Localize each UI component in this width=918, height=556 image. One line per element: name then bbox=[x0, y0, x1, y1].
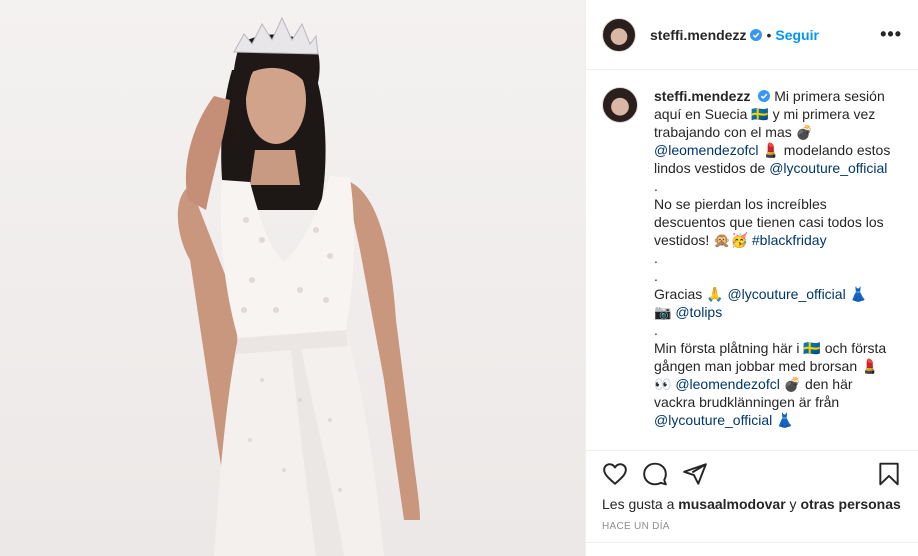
caption-line: Mi primera sesión bbox=[774, 88, 885, 104]
mention-link[interactable]: @tolips bbox=[675, 304, 722, 320]
caption-line: Min första plåtning här i 🇸🇪 och första bbox=[654, 340, 887, 356]
divider bbox=[586, 542, 918, 543]
mention-link[interactable]: @leomendezofcl bbox=[654, 142, 759, 158]
mention-link[interactable]: @lycouture_official bbox=[654, 412, 772, 428]
caption-line: 👀 bbox=[654, 376, 676, 392]
bride-photo-illustration bbox=[177, 16, 420, 556]
caption-line: 💣 den här bbox=[779, 376, 853, 392]
caption-avatar[interactable] bbox=[602, 87, 638, 123]
post-timestamp[interactable]: HACE UN DÍA bbox=[602, 521, 670, 532]
caption-line: . bbox=[654, 250, 658, 266]
post-header: steffi.mendezz • Seguir ••• bbox=[586, 0, 918, 70]
avatar[interactable] bbox=[602, 17, 636, 52]
bookmark-icon[interactable] bbox=[876, 461, 902, 487]
mention-link[interactable]: @leomendezofcl bbox=[675, 376, 780, 392]
likes-summary: Les gusta a musaalmodovar y otras person… bbox=[602, 496, 901, 512]
likes-mid: y bbox=[785, 496, 801, 512]
instagram-post: steffi.mendezz • Seguir ••• steffi.mende… bbox=[0, 0, 918, 556]
header-separator: • bbox=[766, 26, 772, 43]
heart-icon[interactable] bbox=[602, 461, 628, 487]
caption-line: 👗 bbox=[772, 412, 794, 428]
comment-bubble-icon[interactable] bbox=[642, 461, 668, 487]
caption-line: 📷 bbox=[654, 304, 676, 320]
caption-line: Gracias 🙏 bbox=[654, 286, 728, 302]
caption-line: descuentos que tienen casi todos los bbox=[654, 214, 884, 230]
caption-line: No se pierdan los increíbles bbox=[654, 196, 827, 212]
liker-username[interactable]: musaalmodovar bbox=[678, 496, 785, 512]
verified-badge-icon bbox=[750, 28, 763, 41]
header-username[interactable]: steffi.mendezz bbox=[650, 27, 746, 43]
action-bar bbox=[586, 450, 918, 496]
mention-link[interactable]: @lycouture_official bbox=[769, 160, 887, 176]
caption-line: vackra brudklänningen är från bbox=[654, 394, 840, 410]
caption-line: 💄 modelando estos bbox=[758, 142, 891, 158]
caption-text: steffi.mendezz Mi primera sesión aquí en… bbox=[654, 87, 902, 449]
post-side-panel: steffi.mendezz • Seguir ••• steffi.mende… bbox=[585, 0, 918, 556]
follow-button[interactable]: Seguir bbox=[775, 27, 819, 43]
likes-others-link[interactable]: otras personas bbox=[800, 496, 900, 512]
ellipsis-icon[interactable]: ••• bbox=[880, 24, 902, 45]
caption-line: gången man jobbar med brorsan 💄 bbox=[654, 358, 879, 374]
caption-line: aquí en Suecia 🇸🇪 y mi primera vez bbox=[654, 106, 876, 122]
caption-line: 👗 bbox=[845, 286, 868, 302]
caption-line: . bbox=[654, 322, 658, 338]
hashtag-link[interactable]: #blackfriday bbox=[752, 232, 827, 248]
paper-plane-icon[interactable] bbox=[682, 461, 708, 487]
mention-link[interactable]: @lycouture_official bbox=[727, 286, 845, 302]
caption-line: vestidos! 🙊🥳 bbox=[654, 232, 752, 248]
caption-line: lindos vestidos de bbox=[654, 160, 770, 176]
caption-line: . bbox=[654, 268, 658, 284]
caption-area: steffi.mendezz Mi primera sesión aquí en… bbox=[586, 71, 918, 449]
likes-prefix: Les gusta a bbox=[602, 496, 679, 512]
post-photo[interactable] bbox=[0, 0, 585, 556]
verified-badge-icon bbox=[758, 90, 771, 102]
caption-username[interactable]: steffi.mendezz bbox=[654, 88, 750, 104]
caption-line: trabajando con el mas 💣 bbox=[654, 124, 814, 140]
caption-line: . bbox=[654, 178, 658, 194]
